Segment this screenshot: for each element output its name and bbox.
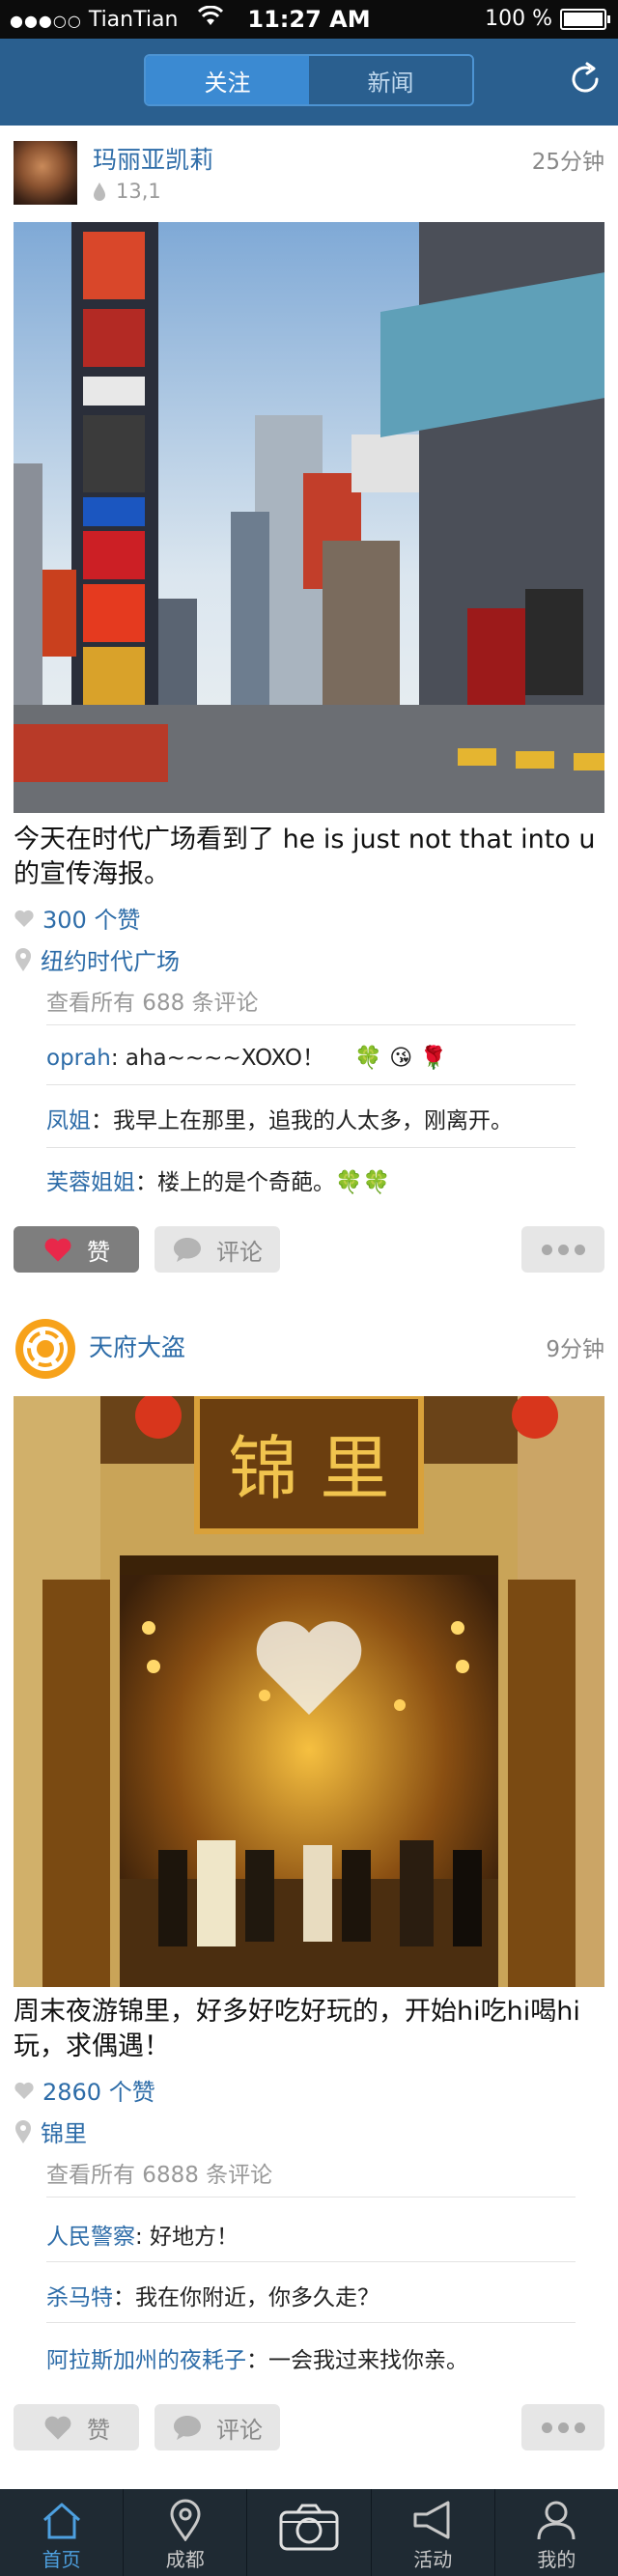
- tab-label: 我的: [537, 2548, 576, 2571]
- drop-icon: [94, 182, 105, 201]
- view-all-comments[interactable]: 查看所有 688 条评论: [46, 984, 259, 1017]
- post-meta-count: 13,1: [116, 180, 161, 203]
- battery-percent: 100 %: [485, 7, 552, 31]
- divider: [46, 2322, 576, 2323]
- heart-icon: [44, 1238, 71, 1262]
- post-time: 9分钟: [546, 1337, 604, 1362]
- heart-icon: [14, 2082, 34, 2099]
- nav-bar: 关注 新闻: [0, 39, 618, 126]
- comment-author[interactable]: 芙蓉姐姐: [46, 1170, 135, 1195]
- person-icon: [537, 2501, 576, 2540]
- comment-author[interactable]: 阿拉斯加州的夜耗子: [46, 2348, 246, 2373]
- divider: [46, 1084, 576, 1085]
- tab-news[interactable]: 新闻: [309, 56, 472, 104]
- location-pin-icon: [15, 947, 31, 971]
- battery-icon: [560, 8, 610, 30]
- comment-text: ：一会我过来找你亲。: [246, 2348, 468, 2373]
- post-username[interactable]: 天府大盗: [89, 1329, 185, 1363]
- comment-author[interactable]: 人民警察: [46, 2225, 135, 2250]
- comment-author[interactable]: oprah: [46, 1046, 111, 1071]
- comment-author[interactable]: 凤姐: [46, 1108, 91, 1134]
- more-button[interactable]: [521, 2404, 604, 2450]
- location-pin-icon: [15, 2119, 31, 2143]
- likes-row[interactable]: 300 个赞: [14, 901, 140, 935]
- more-button[interactable]: [521, 1226, 604, 1273]
- location-pin-icon: [170, 2499, 201, 2541]
- post-photo[interactable]: 锦 里: [14, 1396, 604, 1987]
- segmented-control: 关注 新闻: [144, 54, 474, 106]
- comment-text: : 好地方！: [135, 2225, 239, 2250]
- comment-text: : aha~~~~XOXO！: [110, 1046, 325, 1071]
- tab-label: 活动: [413, 2548, 453, 2571]
- comment-author[interactable]: 杀马特: [46, 2285, 113, 2310]
- like-button[interactable]: 赞: [14, 1226, 139, 1273]
- post-photo[interactable]: [14, 222, 604, 813]
- home-icon: [42, 2503, 80, 2539]
- likes-row[interactable]: 2860 个赞: [14, 2073, 155, 2107]
- like-button[interactable]: 赞: [14, 2404, 139, 2450]
- tab-camera[interactable]: [247, 2489, 372, 2576]
- comment-label: 评论: [216, 1238, 263, 1266]
- location-name: 纽约时代广场: [41, 948, 180, 975]
- comment: 阿拉斯加州的夜耗子：一会我过来找你亲。: [46, 2341, 468, 2374]
- divider: [46, 2197, 576, 2198]
- comment: 芙蓉姐姐：楼上的是个奇葩。🍀🍀: [46, 1163, 390, 1196]
- divider: [46, 1024, 576, 1025]
- tab-label: 成都: [165, 2548, 205, 2571]
- comment-emoji: 🍀 😘 🌹: [354, 1046, 448, 1071]
- megaphone-icon: [413, 2501, 450, 2539]
- view-all-comments[interactable]: 查看所有 6888 条评论: [46, 2156, 272, 2189]
- post-username[interactable]: 玛丽亚凯莉: [93, 141, 213, 176]
- tab-follow[interactable]: 关注: [146, 56, 309, 104]
- location-name: 锦里: [41, 2120, 87, 2147]
- post-caption: 周末夜游锦里，好多好吃好玩的，开始hi吃hi喝hi玩，求偶遇！: [14, 1997, 580, 2061]
- tab-events[interactable]: 活动: [372, 2489, 495, 2576]
- comment-button[interactable]: 评论: [154, 2404, 280, 2450]
- comment-label: 评论: [216, 2416, 263, 2444]
- camera-icon: [279, 2504, 339, 2551]
- speech-bubble-icon: [174, 1238, 201, 1262]
- comment-button[interactable]: 评论: [154, 1226, 280, 1273]
- location-row[interactable]: 纽约时代广场: [14, 942, 180, 976]
- tab-home[interactable]: 首页: [0, 2489, 125, 2576]
- likes-count: 2860 个赞: [42, 2079, 155, 2106]
- heart-icon: [44, 2416, 71, 2440]
- tab-city[interactable]: 成都: [124, 2489, 248, 2576]
- comment-text: ：我早上在那里，追我的人太多，刚离开。: [91, 1108, 513, 1134]
- post-time: 25分钟: [531, 150, 604, 175]
- status-bar: ●●●○○ TianTian 11:27 AM 100 %: [0, 0, 618, 39]
- like-label: 赞: [87, 2416, 110, 2444]
- times-square-photo: [14, 222, 604, 813]
- speech-bubble-icon: [174, 2416, 201, 2440]
- jinli-gate-photo: 锦 里: [14, 1396, 604, 1987]
- location-row[interactable]: 锦里: [14, 2114, 87, 2148]
- tab-profile[interactable]: 我的: [495, 2489, 618, 2576]
- comment: 杀马特：我在你附近，你多久走？: [46, 2279, 379, 2311]
- comment: 凤姐：我早上在那里，追我的人太多，刚离开。: [46, 1102, 513, 1134]
- tab-bar: 首页 成都 活动 我的: [0, 2489, 618, 2576]
- post-caption: 今天在时代广场看到了 he is just not that into u 的宣…: [14, 825, 596, 889]
- tab-label: 首页: [42, 2548, 81, 2571]
- divider: [46, 2261, 576, 2262]
- post-meta: 13,1: [93, 180, 161, 203]
- heart-icon: [14, 910, 34, 927]
- battery: 100 %: [485, 7, 610, 31]
- like-label: 赞: [87, 1238, 110, 1266]
- sign-text: 锦 里: [229, 1428, 390, 1509]
- avatar[interactable]: [14, 1317, 77, 1381]
- divider: [46, 1147, 576, 1148]
- comment: oprah: aha~~~~XOXO！ 🍀 😘 🌹: [46, 1039, 447, 1072]
- comment: 人民警察: 好地方！: [46, 2218, 239, 2251]
- comment-text: ：我在你附近，你多久走？: [113, 2285, 379, 2310]
- likes-count: 300 个赞: [42, 907, 141, 934]
- avatar[interactable]: [14, 141, 77, 205]
- refresh-icon[interactable]: [568, 62, 603, 97]
- comment-emoji: 🍀🍀: [335, 1170, 391, 1195]
- comment-text: ：楼上的是个奇葩。: [135, 1170, 335, 1195]
